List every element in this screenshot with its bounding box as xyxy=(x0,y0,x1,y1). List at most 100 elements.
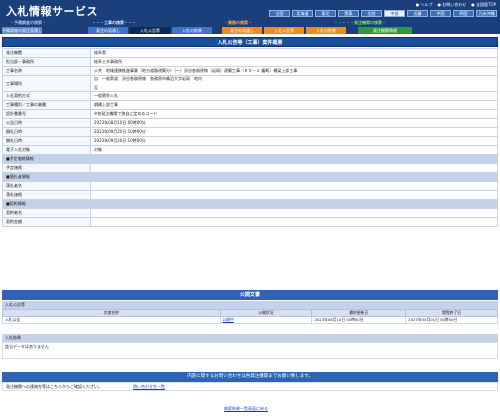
national-top-link[interactable]: ● 全国版TOP xyxy=(471,2,496,8)
header: 入札情報サービス ● ヘルプ ● お問い合わせ ● 全国版TOP 全国 北海道 … xyxy=(0,0,500,34)
col-status: 公開状況 xyxy=(219,309,313,317)
public-docs-section-label: 入札公告等 xyxy=(2,301,498,309)
detail-row: 落札者名 xyxy=(2,181,498,191)
help-link[interactable]: ● ヘルプ xyxy=(416,2,433,8)
field-value xyxy=(90,190,498,200)
tab-services-notices[interactable]: 入札公告等 xyxy=(264,27,304,34)
col-updated: 最終更新日 xyxy=(311,309,407,317)
field-label: 契約者名 xyxy=(2,208,91,218)
field-label: 設計書番号 xyxy=(2,109,91,119)
public-docs-table: 文書名称 公開状況 最終更新日 閲覧終了日 入札公告 公開中 2023年08月1… xyxy=(2,309,498,324)
tab-construction-results[interactable]: 入札の結果 xyxy=(172,27,212,34)
table-row: 入札公告 公開中 2023年08月10日 00時00分 2027年04月01日 … xyxy=(2,316,498,324)
section-header-row: ■予定価格情報 xyxy=(2,154,498,164)
detail-row: 設計書番号 ※各発注機関で独自に定めるコード xyxy=(2,109,498,119)
contact-link-top[interactable]: ● お問い合わせ xyxy=(437,2,466,8)
public-docs-title: 公開文書 xyxy=(2,290,498,300)
tab-agency-info[interactable]: 発注機関情報 xyxy=(358,27,412,34)
app-title: 入札情報サービス xyxy=(6,5,98,18)
detail-row: 発注機関 岐阜県 xyxy=(2,48,498,58)
region-hokuriku[interactable]: 北陸 xyxy=(361,10,382,17)
field-value: 2023年09月20日 10時00分 xyxy=(90,136,498,146)
field-value: 一般競争入札 xyxy=(90,91,498,101)
doc-end: 2027年04月01日 00時00分 xyxy=(405,316,498,324)
field-label: 電子入札対象 xyxy=(2,145,91,155)
field-value: 岐阜土木事務所 xyxy=(90,57,498,67)
detail-row: 担当部・事務所 岐阜土木事務所 xyxy=(2,57,498,67)
contact-text: 発注機関への連絡先等はこちらからご確認ください。 xyxy=(6,384,102,389)
region-tohoku[interactable]: 東北 xyxy=(315,10,336,17)
region-shikoku[interactable]: 四国 xyxy=(453,10,474,17)
detail-row: 公告日時 2023年08月10日 00時00分 xyxy=(2,118,498,128)
field-value: 鋼橋上部工事 xyxy=(90,100,498,110)
tab-construction-outlook[interactable]: 発注の見通し xyxy=(88,27,128,34)
field-label: 発注機関 xyxy=(2,48,91,58)
region-kinki[interactable]: 近畿 xyxy=(407,10,428,17)
category-agencies: ・・・・・発注機関の検索・ xyxy=(334,20,386,25)
field-value: 2023年09月20日 10時00分 xyxy=(90,127,498,137)
back-to-results-link[interactable]: 検索結果一覧画面に戻る xyxy=(224,406,268,412)
page-title: 入札公告等（工事）案件概要 xyxy=(2,37,498,47)
tab-survey-outlook[interactable]: 予備調査の発注見通し xyxy=(2,27,42,34)
category-services: ・業務の検索・ xyxy=(224,20,252,25)
doc-status-link[interactable]: 公開中 xyxy=(219,316,313,324)
field-value xyxy=(90,181,498,191)
region-all[interactable]: 全国 xyxy=(269,10,290,17)
field-value: ※各発注機関で独自に定めるコード xyxy=(90,109,498,119)
region-chubu[interactable]: 中部 xyxy=(384,10,405,17)
tab-construction-notices[interactable]: 入札公告等 xyxy=(130,27,170,34)
field-label: 予定価格 xyxy=(2,163,91,173)
field-value xyxy=(90,217,498,227)
field-label: 開札日時 xyxy=(2,136,91,146)
field-value: 自 一般県道 渋谷各務原線 各務原市鵜沼大字岩岡 地内至 xyxy=(90,75,498,92)
field-value xyxy=(90,163,498,173)
section-header: ■契約情報 xyxy=(2,199,498,209)
bid-result-label: 入札結果 xyxy=(2,334,498,342)
tab-services-results[interactable]: 入札の結果 xyxy=(306,27,346,34)
detail-row: 工事場所自 一般県道 渋谷各務原線 各務原市鵜沼大字岩岡 地内至 xyxy=(2,75,498,92)
main-content: 入札公告等（工事）案件概要 発注機関 岐阜県 担当部・事務所 岐阜土木事務所 工事名称公… xyxy=(2,37,498,227)
field-label: 落札価格 xyxy=(2,190,91,200)
field-label: 落札者名 xyxy=(2,181,91,191)
field-label: 工事場所 xyxy=(2,75,91,92)
detail-row: 電子入札対象 対象 xyxy=(2,145,498,155)
tab-services-outlook[interactable]: 発注の見通し xyxy=(222,27,262,34)
region-chugoku[interactable]: 中国 xyxy=(430,10,451,17)
detail-row: 契約者名 xyxy=(2,208,498,218)
contact-bar: 内容に関するお問い合わせは各発注機関までお願い致します。 xyxy=(2,372,498,382)
contact-row: 発注機関への連絡先等はこちらからご確認ください。 問い合わせ先一覧 xyxy=(2,382,498,391)
field-label: 契約金額 xyxy=(2,217,91,227)
region-kanto[interactable]: 関東 xyxy=(338,10,359,17)
doc-name: 入札公告 xyxy=(2,316,221,324)
field-value-line: 自 一般県道 渋谷各務原線 各務原市鵜沼大字岩岡 地内 xyxy=(94,76,202,81)
detail-row: 落札価格 xyxy=(2,190,498,200)
nav-tabs: 予備調査の発注見通し 発注の見通し 入札公告等 入札の結果 発注の見通し 入札公… xyxy=(2,27,498,34)
doc-updated: 2023年08月10日 00時00分 xyxy=(311,316,407,324)
category-construction: ・・・工事の検索・・・ xyxy=(92,20,136,25)
detail-row: 契約金額 xyxy=(2,217,498,227)
field-label: 工事種別／工事の業種 xyxy=(2,100,91,110)
category-survey: ・予備調査の検索・ xyxy=(10,20,46,25)
field-label: 担当部・事務所 xyxy=(2,57,91,67)
field-label: 開札日時 xyxy=(2,127,91,137)
detail-table: 発注機関 岐阜県 担当部・事務所 岐阜土木事務所 工事名称 公共 地域連携推進事業（地方道… xyxy=(2,48,498,227)
field-value-line: 至 xyxy=(94,85,98,90)
detail-row: 工事種別／工事の業種 鋼橋上部工事 xyxy=(2,100,498,110)
detail-row: 開札日時 2023年09月20日 10時00分 xyxy=(2,136,498,146)
contact-list-link[interactable]: 問い合わせ先一覧 xyxy=(133,383,165,391)
col-end: 閲覧終了日 xyxy=(405,309,498,317)
field-label: 公告日時 xyxy=(2,118,91,128)
region-kyushu[interactable]: 九州沖縄 xyxy=(476,10,497,17)
detail-row: 入札契約方式 一般競争入札 xyxy=(2,91,498,101)
section-header-row: ■落札者情報 xyxy=(2,172,498,182)
detail-row: 工事名称 公共 地域連携推進事業（地方道路改築分）（一）渋谷各務原線（岩岡）改築工… xyxy=(2,66,498,76)
detail-row: 開札日時 2023年09月20日 10時00分 xyxy=(2,127,498,137)
field-value: 対象 xyxy=(90,145,498,155)
field-value xyxy=(90,208,498,218)
col-doc-name: 文書名称 xyxy=(2,309,221,317)
detail-row: 予定価格 xyxy=(2,163,498,173)
region-hokkaido[interactable]: 北海道 xyxy=(292,10,313,17)
bid-result-area xyxy=(2,342,498,359)
field-value: 2023年08月10日 00時00分 xyxy=(90,118,498,128)
region-nav: 全国 北海道 東北 関東 北陸 中部 近畿 中国 四国 九州沖縄 xyxy=(269,10,497,17)
